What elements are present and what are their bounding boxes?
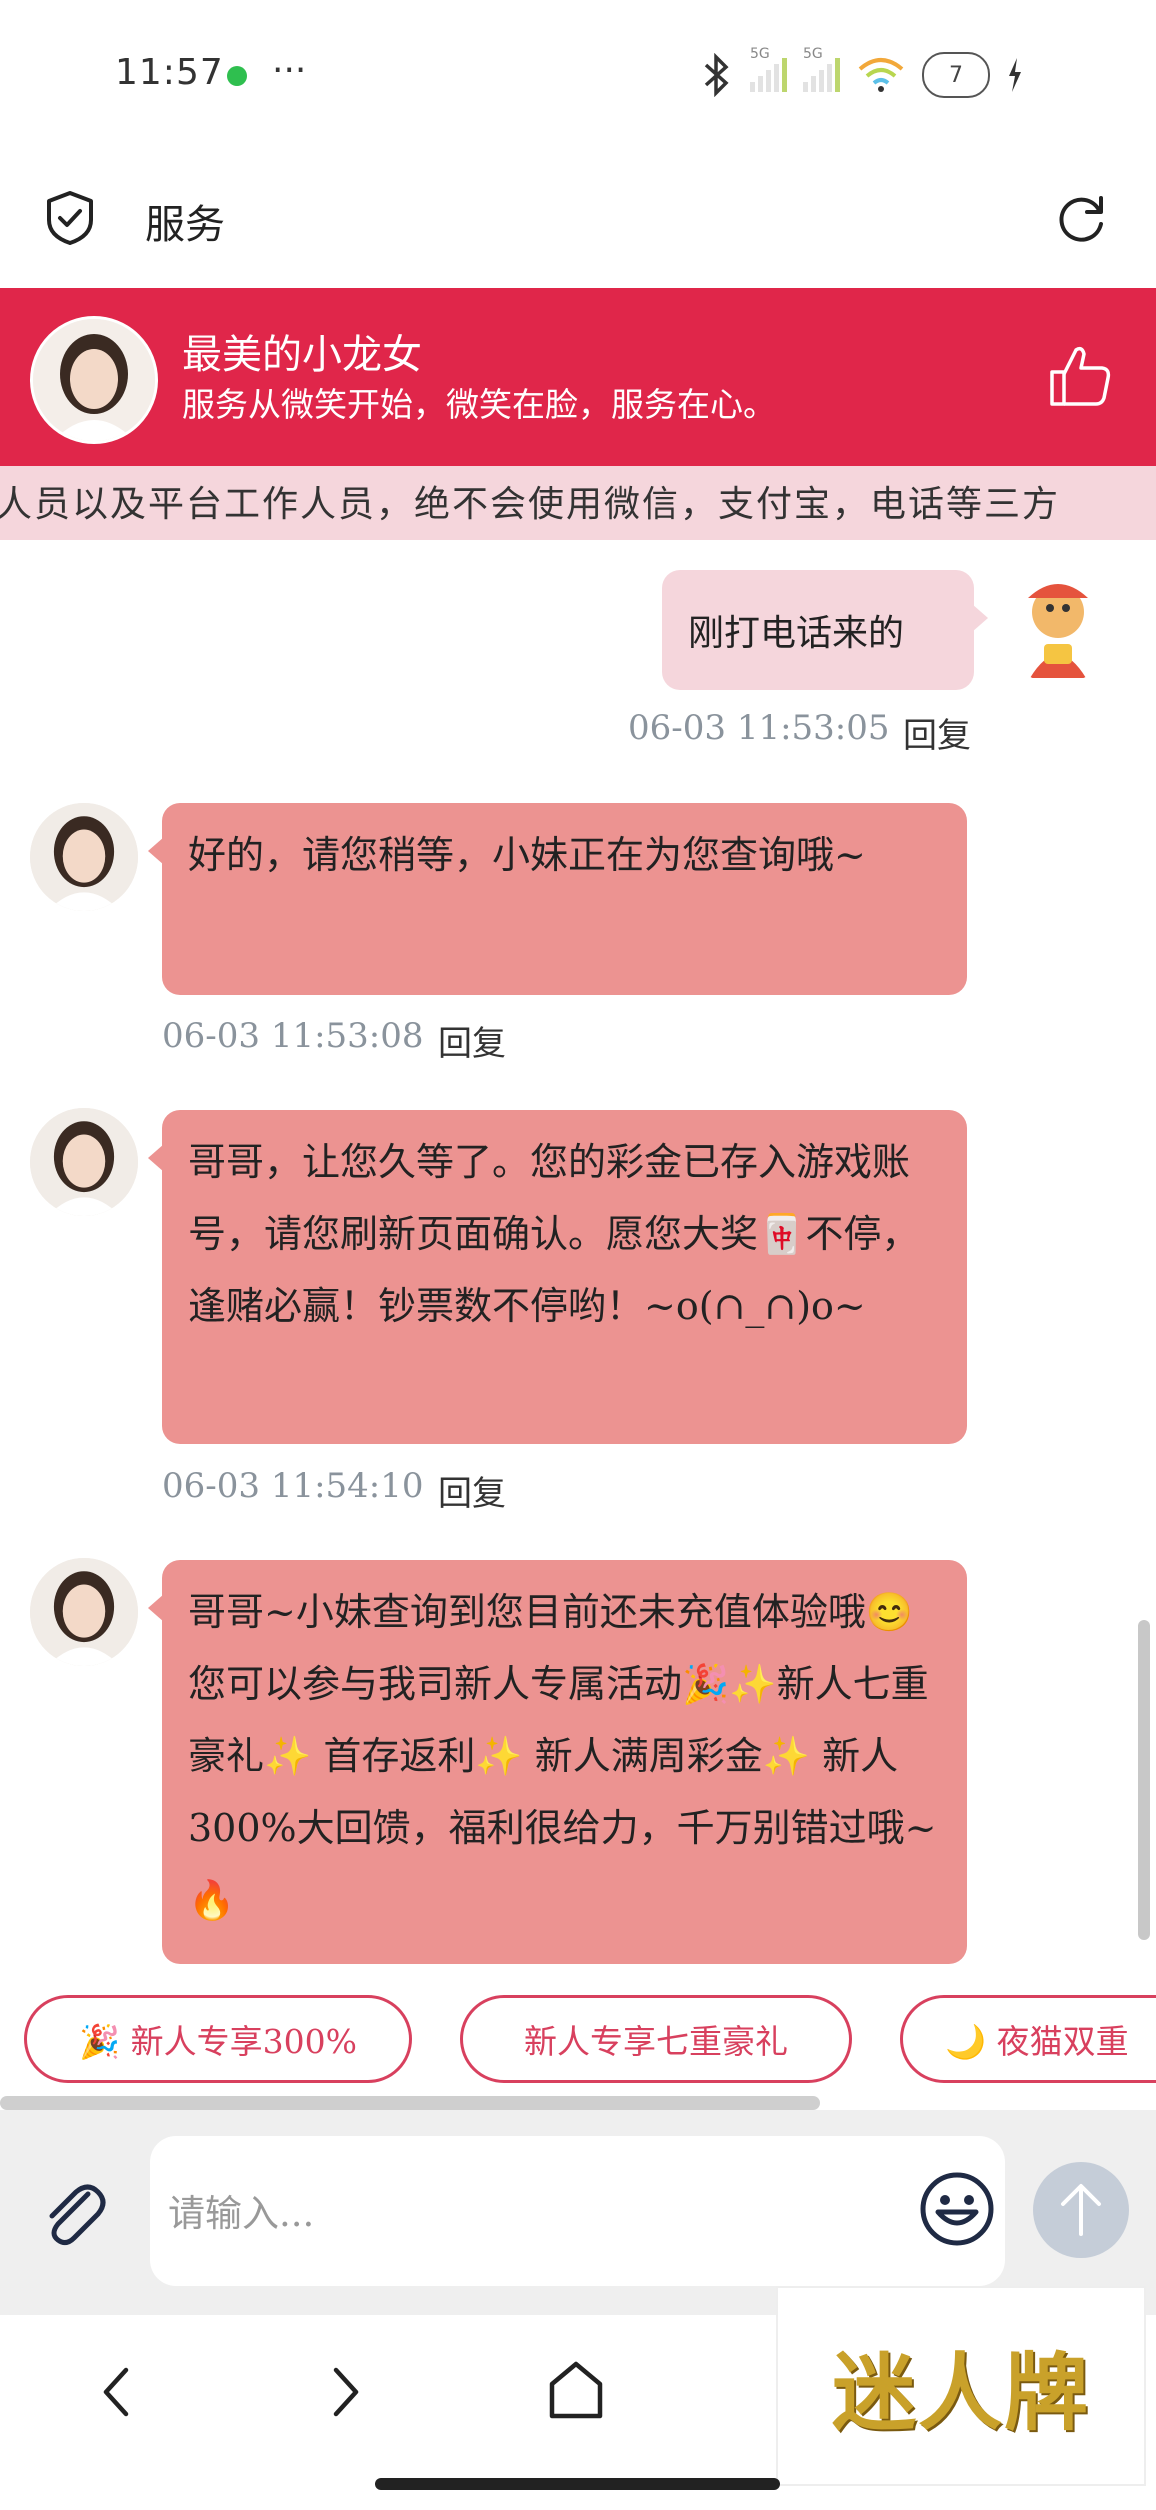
signal-1-icon: 5G <box>750 46 787 92</box>
message-timestamp: 06-03 11:53:05 <box>628 708 890 748</box>
quick-reply-chip[interactable]: 🎉 新人专享300% <box>24 1995 412 2083</box>
paperclip-icon[interactable] <box>36 2176 112 2252</box>
input-placeholder: 请输入... <box>168 2192 315 2235</box>
quick-reply-scrollbar[interactable] <box>0 2096 820 2110</box>
quick-reply-chip[interactable]: 🌙 夜猫双重 <box>900 1995 1156 2083</box>
user-message-bubble: 刚打电话来的 <box>662 570 988 690</box>
user-avatar <box>1000 568 1116 684</box>
page-title: 服务 <box>145 202 225 248</box>
message-text: 哥哥，让您久等了。您的彩金已存入游戏账号，请您刷新页面确认。愿您大奖🀄不停，逢赌… <box>188 1140 920 1328</box>
charging-icon <box>1009 58 1021 92</box>
agent-slogan: 服务从微笑开始，微笑在脸，服务在心。 <box>182 385 776 424</box>
reply-link[interactable]: 回复 <box>903 708 971 757</box>
arrow-up-icon <box>1061 2184 1101 2236</box>
forward-icon[interactable] <box>320 2362 370 2422</box>
more-dots-icon: ··· <box>272 50 307 91</box>
refresh-icon[interactable] <box>1053 190 1109 246</box>
thumb-up-icon[interactable] <box>1048 342 1112 408</box>
emoji-icon[interactable] <box>918 2170 996 2248</box>
status-time: 11:57 <box>115 52 224 93</box>
message-timestamp: 06-03 11:54:10 <box>162 1466 424 1506</box>
green-dot-icon <box>227 66 247 86</box>
signal-2-icon: 5G <box>803 46 840 92</box>
quick-reply-chip[interactable]: 新人专享七重豪礼 <box>460 1995 852 2083</box>
ad-logo-text: 迷人牌 <box>831 2342 1090 2442</box>
send-button[interactable] <box>1033 2162 1129 2258</box>
shield-check-icon[interactable] <box>45 190 95 246</box>
home-indicator[interactable] <box>375 2478 780 2490</box>
agent-banner <box>0 288 1156 466</box>
home-icon[interactable] <box>546 2358 606 2422</box>
agent-avatar <box>30 1558 138 1666</box>
back-icon[interactable] <box>92 2362 142 2422</box>
agent-name: 最美的小龙女 <box>182 332 422 378</box>
wifi-icon <box>858 58 904 92</box>
notice-text: 人员以及平台工作人员，绝不会使用微信，支付宝，电话等三方 <box>0 484 1061 525</box>
agent-message-bubble: 哥哥~小妹查询到您目前还未充值体验哦😊您可以参与我司新人专属活动🎉✨新人七重豪礼… <box>148 1560 967 1964</box>
agent-avatar <box>30 316 158 444</box>
agent-avatar <box>30 1108 138 1216</box>
message-text: 哥哥~小妹查询到您目前还未充值体验哦😊您可以参与我司新人专属活动🎉✨新人七重豪礼… <box>188 1590 937 1922</box>
agent-message-bubble: 哥哥，让您久等了。您的彩金已存入游戏账号，请您刷新页面确认。愿您大奖🀄不停，逢赌… <box>148 1110 967 1444</box>
status-icons: 5G 5G 7 <box>700 45 1024 105</box>
reply-link[interactable]: 回复 <box>438 1016 506 1065</box>
reply-link[interactable]: 回复 <box>438 1466 506 1515</box>
agent-message-bubble: 好的，请您稍等，小妹正在为您查询哦~ <box>148 803 967 995</box>
battery-icon: 7 <box>922 52 990 98</box>
message-timestamp: 06-03 11:53:08 <box>162 1016 424 1056</box>
chat-scrollbar[interactable] <box>1138 1620 1150 1940</box>
message-text: 好的，请您稍等，小妹正在为您查询哦~ <box>188 833 866 877</box>
message-text: 刚打电话来的 <box>688 613 905 654</box>
bluetooth-icon <box>704 53 729 97</box>
ad-overlay[interactable]: 迷人牌 <box>776 2286 1146 2486</box>
agent-avatar <box>30 803 138 911</box>
